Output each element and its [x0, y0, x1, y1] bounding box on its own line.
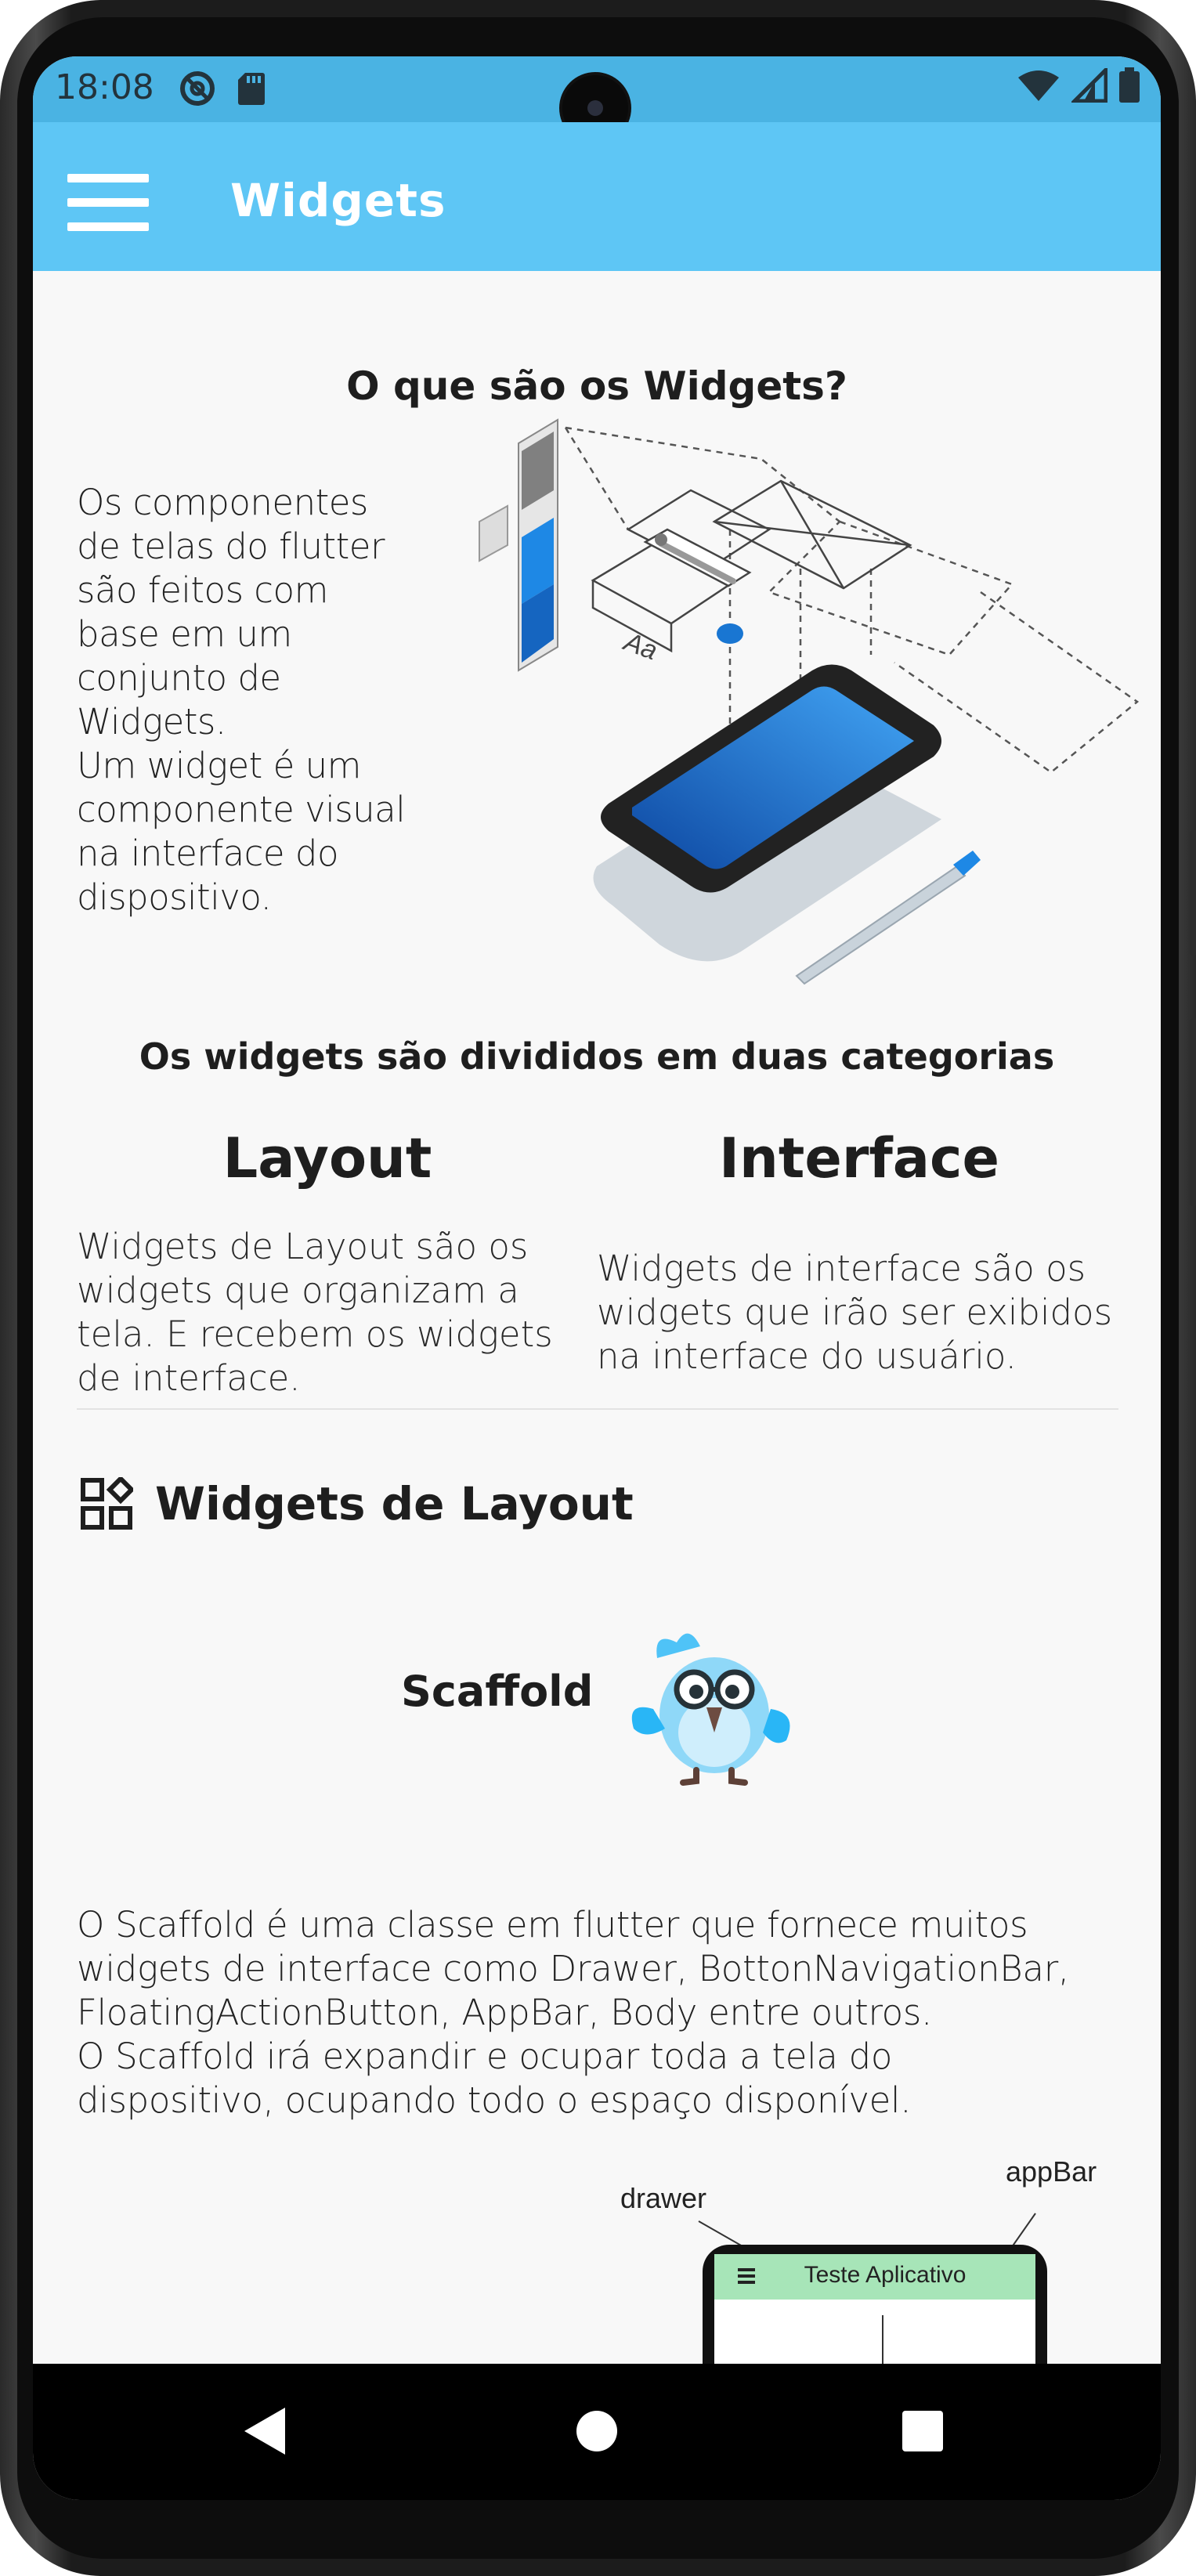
recent-apps-icon[interactable] [902, 2411, 943, 2451]
scaffold-description-line: O Scaffold é uma classe em flutter que f… [77, 1904, 1028, 1946]
intro-line: na interface do [77, 833, 339, 874]
interface-description-line: widgets que irão ser exibidos [597, 1292, 1113, 1333]
phone-frame: 18:08 Widgets O que são os Widgets? Os c… [0, 0, 1196, 2576]
back-icon[interactable] [244, 2408, 285, 2455]
divider [77, 1408, 1118, 1410]
status-bar: 18:08 [33, 56, 1161, 141]
scaffold-description-line: widgets de interface como Drawer, Botton… [77, 1948, 1069, 1989]
layout-description-line: widgets que organizam a [77, 1270, 519, 1311]
home-icon[interactable] [576, 2411, 617, 2451]
app-bar-title: Widgets [230, 174, 446, 227]
volume-button [1190, 830, 1196, 956]
signal-icon [1071, 68, 1107, 103]
hamburger-menu-icon[interactable] [67, 174, 149, 232]
scaffold-title: Scaffold [401, 1667, 594, 1716]
intro-line: conjunto de [77, 657, 281, 699]
widgets-illustration: Aa [479, 418, 1140, 985]
intro-line: dispositivo. [77, 876, 272, 918]
screen: 18:08 Widgets O que são os Widgets? Os c… [33, 56, 1161, 2500]
widgets-icon [81, 1477, 133, 1530]
navigation-bar [33, 2364, 1161, 2500]
layout-title: Layout [222, 1126, 432, 1190]
layout-description-line: de interface. [77, 1357, 301, 1399]
categories-title: Os widgets são divididos em duas categor… [139, 1035, 1055, 1078]
do-not-disturb-icon [180, 71, 215, 106]
bird-mascot-image [631, 1633, 790, 1786]
intro-line: Um widget é um [77, 745, 361, 786]
app-bar: Widgets [33, 122, 1161, 271]
intro-line: componente visual [77, 789, 406, 830]
power-button [1190, 1018, 1196, 1206]
intro-line: Widgets. [77, 701, 226, 742]
intro-line: são feitos com [77, 569, 328, 611]
status-icons-left [178, 69, 266, 108]
status-icons-right [1017, 67, 1140, 103]
intro-line: Os componentes [77, 482, 368, 523]
page-content[interactable]: O que são os Widgets? Os componentes de … [33, 271, 1161, 2401]
layout-section-title: Widgets de Layout [155, 1477, 634, 1530]
svg-text:Aa: Aa [619, 627, 661, 667]
layout-section-heading: Widgets de Layout [80, 1477, 634, 1530]
sd-card-icon [238, 73, 265, 105]
diagram-label-drawer: drawer [620, 2182, 707, 2214]
layout-description: Widgets de Layout são os widgets que org… [77, 1225, 578, 1400]
wifi-icon [1018, 70, 1059, 101]
layout-description-line: Widgets de Layout são os [77, 1226, 529, 1267]
interface-description: Widgets de interface são os widgets que … [597, 1247, 1122, 1378]
intro-line: base em um [77, 613, 292, 655]
diagram-phone-title: Teste Aplicativo [804, 2262, 967, 2288]
interface-description-line: Widgets de interface são os [597, 1248, 1086, 1289]
status-time: 18:08 [55, 67, 154, 107]
intro-text: Os componentes de telas do flutter são f… [77, 481, 414, 919]
interface-description-line: na interface do usuário. [597, 1335, 1017, 1377]
diagram-label-appbar: appBar [1006, 2155, 1097, 2188]
scaffold-description: O Scaffold é uma classe em flutter que f… [77, 1903, 1126, 2123]
scaffold-description-line: FloatingActionButton, AppBar, Body entre… [77, 1992, 933, 2033]
interface-title: Interface [719, 1126, 999, 1190]
scaffold-diagram: drawer appBar Teste Aplicativo [573, 2151, 1137, 2401]
battery-icon [1119, 67, 1140, 103]
layout-description-line: tela. E recebem os widgets [77, 1313, 553, 1355]
scaffold-description-line: O Scaffold irá expandir e ocupar toda a … [77, 2036, 893, 2077]
scaffold-description-line: dispositivo, ocupando todo o espaço disp… [77, 2079, 912, 2121]
intro-line: de telas do flutter [77, 526, 385, 567]
